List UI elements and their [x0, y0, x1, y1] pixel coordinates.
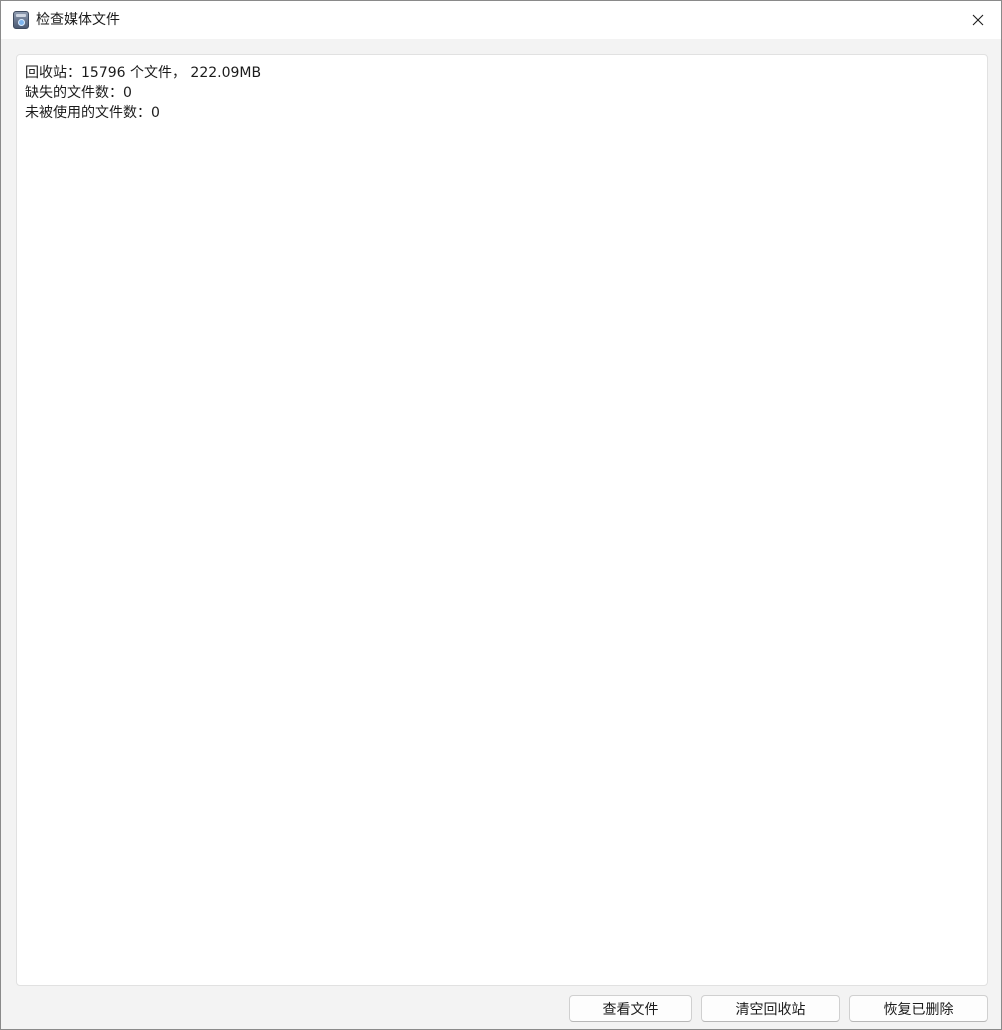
title-bar[interactable]: 检查媒体文件 — [1, 1, 1001, 39]
close-button[interactable] — [955, 1, 1001, 39]
window-title: 检查媒体文件 — [36, 12, 120, 28]
dialog-window: 检查媒体文件 回收站：15796 个文件， 222.09MB 缺失的文件数：0 … — [0, 0, 1002, 1030]
unused-files-count: 未被使用的文件数：0 — [25, 105, 160, 121]
empty-trash-button[interactable]: 清空回收站 — [701, 995, 840, 1022]
restore-deleted-button[interactable]: 恢复已删除 — [849, 995, 988, 1022]
view-files-button[interactable]: 查看文件 — [569, 995, 692, 1022]
trash-summary: 回收站：15796 个文件， 222.09MB — [25, 65, 262, 81]
results-panel[interactable]: 回收站：15796 个文件， 222.09MB 缺失的文件数：0 未被使用的文件… — [16, 54, 988, 986]
results-text: 回收站：15796 个文件， 222.09MB 缺失的文件数：0 未被使用的文件… — [25, 63, 261, 123]
close-icon — [972, 14, 984, 26]
app-icon — [13, 11, 29, 29]
missing-files-count: 缺失的文件数：0 — [25, 85, 132, 101]
